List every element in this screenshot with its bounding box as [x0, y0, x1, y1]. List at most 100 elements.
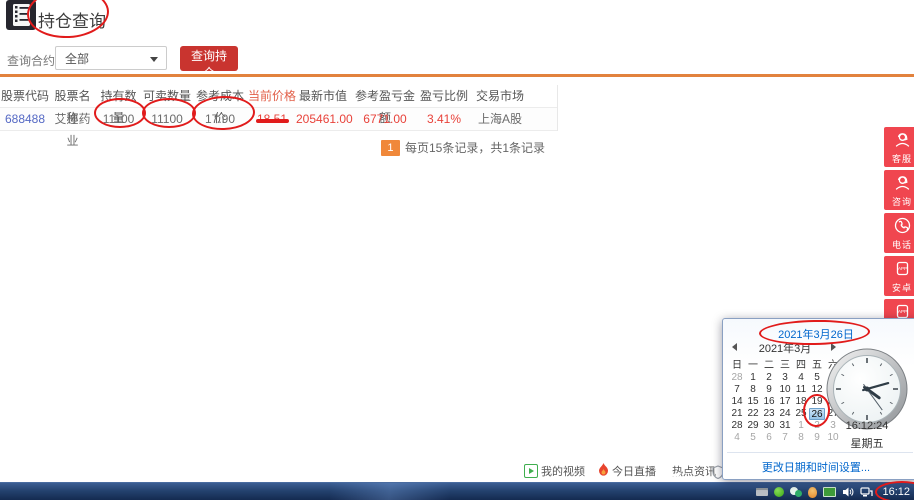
- cell-1: 艾迪药业: [50, 108, 95, 130]
- positions-page-icon: [6, 0, 36, 30]
- network-icon[interactable]: [860, 486, 873, 498]
- pagination: 1 每页15条记录，共1条记录: [0, 139, 545, 156]
- calendar-day[interactable]: 12: [809, 384, 825, 396]
- calendar-day[interactable]: 29: [745, 420, 761, 432]
- calendar-day[interactable]: 2: [761, 372, 777, 384]
- column-header-4: 参考成本价: [192, 85, 248, 107]
- svg-text:APP: APP: [897, 309, 906, 314]
- calendar-day-selected[interactable]: 26: [809, 408, 825, 420]
- calendar-day[interactable]: 1: [745, 372, 761, 384]
- calendar-day[interactable]: 17: [777, 396, 793, 408]
- section-divider: [0, 74, 914, 77]
- chevron-down-icon: [150, 57, 158, 62]
- calendar-weekday: 一: [745, 359, 761, 372]
- table-body: 688488艾迪药业111001110017.9018.51205461.006…: [0, 108, 557, 131]
- desktop-screen: 持仓查询 查询合约： 全部 查询持仓 股票代码股票名称持有数量可卖数量参考成本价…: [0, 0, 914, 500]
- calendar-day[interactable]: 25: [793, 408, 809, 420]
- calendar-day[interactable]: 24: [777, 408, 793, 420]
- footer-link-label: 我的视频: [541, 463, 585, 479]
- datetime-flyout-panel: 2021年3月26日 2021年3月 日一二三四五六28123456789101…: [722, 318, 914, 480]
- cell-9: 上海A股: [468, 108, 532, 130]
- calendar-day[interactable]: 28: [729, 372, 745, 384]
- column-header-5: 当前价格: [248, 85, 296, 107]
- calendar-day[interactable]: 7: [729, 384, 745, 396]
- calendar-day[interactable]: 7: [777, 432, 793, 444]
- messenger-tray-icon[interactable]: [774, 487, 784, 497]
- column-header-8: 盈亏比例: [420, 85, 468, 107]
- qq-tray-icon[interactable]: [808, 487, 817, 498]
- calendar-day[interactable]: 5: [745, 432, 761, 444]
- printer-tray-icon[interactable]: [756, 488, 768, 496]
- cell-5: 18.51: [248, 108, 296, 130]
- side-button-安卓[interactable]: APP安卓: [884, 256, 914, 296]
- footer-link-热点资讯[interactable]: 热点资讯: [669, 463, 716, 479]
- calendar-day[interactable]: 31: [777, 420, 793, 432]
- calendar-day[interactable]: 4: [793, 372, 809, 384]
- footer-link-我的视频[interactable]: 我的视频: [524, 463, 585, 479]
- footer-link-label: 热点资讯: [672, 463, 716, 479]
- calendar-day[interactable]: 6: [761, 432, 777, 444]
- column-header-3: 可卖数量: [142, 85, 192, 107]
- chat-tray-icon[interactable]: [790, 487, 802, 497]
- contract-select[interactable]: 全部: [55, 46, 167, 70]
- column-header-7: 参考盈亏金额: [350, 85, 420, 107]
- calendar-day[interactable]: 21: [729, 408, 745, 420]
- weekday-label: 星期五: [823, 435, 911, 451]
- calendar-day[interactable]: 23: [761, 408, 777, 420]
- calendar-day[interactable]: 28: [729, 420, 745, 432]
- calendar-day[interactable]: 16: [761, 396, 777, 408]
- column-header-2: 持有数量: [95, 85, 142, 107]
- query-positions-button[interactable]: 查询持仓: [180, 46, 238, 71]
- column-header-0: 股票代码: [0, 85, 50, 107]
- calendar-day[interactable]: 19: [809, 396, 825, 408]
- side-button-label: 客服: [884, 152, 914, 165]
- calendar-day[interactable]: 5: [809, 372, 825, 384]
- calendar-day[interactable]: 4: [729, 432, 745, 444]
- page-title: 持仓查询: [38, 7, 106, 32]
- cell-6: 205461.00: [296, 108, 350, 130]
- analog-clock: [825, 347, 909, 431]
- side-button-电话[interactable]: 电话: [884, 213, 914, 253]
- calendar-day[interactable]: 9: [761, 384, 777, 396]
- screen-tray-icon[interactable]: [823, 487, 836, 497]
- page-number-button[interactable]: 1: [381, 140, 400, 156]
- table-row: 688488艾迪药业111001110017.9018.51205461.006…: [0, 108, 557, 131]
- calendar-day[interactable]: 14: [729, 396, 745, 408]
- calendar-day[interactable]: 11: [793, 384, 809, 396]
- pagination-summary: 每页15条记录，共1条记录: [405, 139, 545, 156]
- side-button-label: 安卓: [884, 281, 914, 294]
- calendar-day[interactable]: 15: [745, 396, 761, 408]
- side-button-label: 电话: [884, 238, 914, 251]
- app-icon: APP: [894, 264, 911, 281]
- calendar-day[interactable]: 8: [793, 432, 809, 444]
- digital-time: 16:12:24: [823, 420, 911, 432]
- calendar-weekday: 日: [729, 359, 745, 372]
- contract-select-value: 全部: [65, 52, 89, 66]
- calendar-day[interactable]: 10: [777, 384, 793, 396]
- calendar-weekday: 五: [809, 359, 825, 372]
- calendar-day[interactable]: 22: [745, 408, 761, 420]
- positions-table: 股票代码股票名称持有数量可卖数量参考成本价当前价格最新市值参考盈亏金额盈亏比例交…: [0, 85, 558, 131]
- cell-2: 11100: [95, 108, 142, 130]
- change-datetime-settings-link[interactable]: 更改日期和时间设置...: [723, 459, 909, 475]
- panel-divider: [727, 452, 913, 453]
- calendar-day[interactable]: 30: [761, 420, 777, 432]
- calendar-day[interactable]: 18: [793, 396, 809, 408]
- system-tray: 16:12: [756, 483, 912, 500]
- play-icon: [524, 464, 538, 478]
- taskbar-clock[interactable]: 16:12: [882, 486, 910, 498]
- cell-0[interactable]: 688488: [0, 108, 50, 130]
- calendar-day[interactable]: 3: [777, 372, 793, 384]
- cell-8: 3.41%: [420, 108, 468, 130]
- calendar-weekday: 二: [761, 359, 777, 372]
- calendar-day[interactable]: 8: [745, 384, 761, 396]
- footer-link-今日直播[interactable]: 今日直播: [598, 463, 656, 479]
- calendar-day[interactable]: 1: [793, 420, 809, 432]
- cell-3: 11100: [142, 108, 192, 130]
- headset-icon: [894, 135, 911, 152]
- speaker-icon[interactable]: [842, 486, 854, 498]
- side-button-咨询[interactable]: 咨询: [884, 170, 914, 210]
- table-header-row: 股票代码股票名称持有数量可卖数量参考成本价当前价格最新市值参考盈亏金额盈亏比例交…: [0, 85, 557, 108]
- column-header-1: 股票名称: [50, 85, 95, 107]
- side-button-客服[interactable]: 客服: [884, 127, 914, 167]
